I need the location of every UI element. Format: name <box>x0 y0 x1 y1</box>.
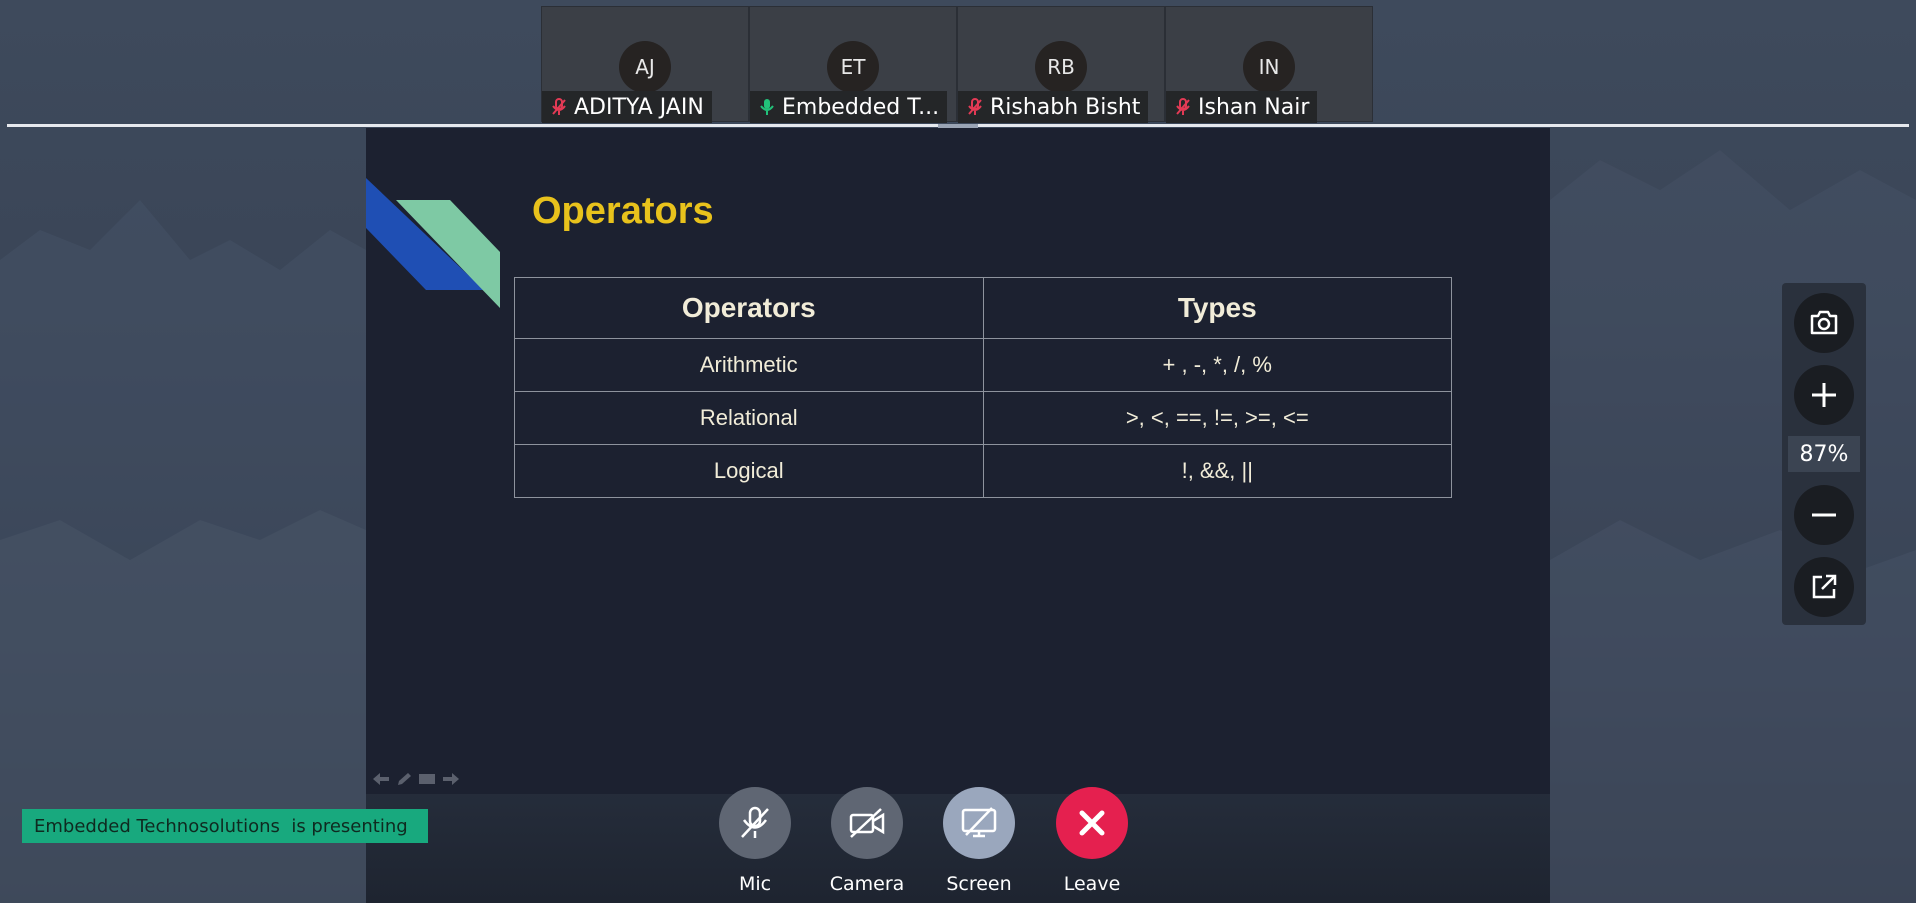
leave-control: Leave <box>1037 787 1147 895</box>
camera-control: Camera <box>812 787 922 895</box>
close-icon <box>1079 810 1105 836</box>
leave-label: Leave <box>1063 873 1121 895</box>
operators-table: Operators Types Arithmetic + , -, *, /, … <box>514 277 1452 498</box>
snapshot-button[interactable] <box>1794 293 1854 353</box>
avatar: ET <box>827 41 879 93</box>
camera-button[interactable] <box>831 787 903 859</box>
mic-off-icon <box>741 806 769 838</box>
screen-label: Screen <box>946 873 1012 895</box>
screen-tools-panel: 87% <box>1782 283 1866 625</box>
participant-name: ADITYA JAIN <box>574 94 704 120</box>
camera-icon <box>1810 310 1838 335</box>
plus-icon <box>1812 383 1836 407</box>
table-row: Relational >, <, ==, !=, >=, <= <box>514 391 1452 445</box>
table-header: Operators <box>514 277 984 339</box>
screen-control: Screen <box>924 787 1034 895</box>
camera-label: Camera <box>829 873 905 895</box>
table-cell: Relational <box>514 391 984 445</box>
table-header: Types <box>982 277 1452 339</box>
participant-name-tag: Rishabh Bisht <box>958 91 1149 123</box>
avatar: AJ <box>619 41 671 93</box>
zoom-in-button[interactable] <box>1794 365 1854 425</box>
presenting-banner: Embedded Technosolutions is presenting <box>22 809 428 843</box>
table-cell: + , -, *, /, % <box>982 338 1452 392</box>
slide-nav-toolbar <box>372 772 460 786</box>
slide-title: Operators <box>532 190 714 232</box>
mic-control: Mic <box>700 787 810 895</box>
camera-off-icon <box>849 808 885 838</box>
participant-tile[interactable]: ET Embedded T... <box>749 6 957 123</box>
participant-name-tag: Ishan Nair <box>1166 91 1318 123</box>
screen-share-off-icon <box>961 807 997 838</box>
participant-name: Ishan Nair <box>1198 94 1310 120</box>
table-cell: Logical <box>514 444 984 498</box>
table-cell: >, <, ==, !=, >=, <= <box>982 391 1452 445</box>
table-header-row: Operators Types <box>514 277 1452 339</box>
mic-active-icon <box>760 99 774 115</box>
participant-name-tag: ADITYA JAIN <box>542 91 712 123</box>
minus-icon <box>1812 513 1836 517</box>
mic-muted-icon <box>968 98 982 115</box>
screen-share-button[interactable] <box>943 787 1015 859</box>
next-slide-icon[interactable] <box>442 772 460 786</box>
participant-name: Rishabh Bisht <box>990 94 1141 120</box>
mic-muted-icon <box>1176 98 1190 115</box>
participant-tile[interactable]: RB Rishabh Bisht <box>957 6 1165 123</box>
participant-tile[interactable]: IN Ishan Nair <box>1165 6 1373 123</box>
pen-icon[interactable] <box>396 772 412 786</box>
table-cell: Arithmetic <box>514 338 984 392</box>
avatar: IN <box>1243 41 1295 93</box>
zoom-out-button[interactable] <box>1794 485 1854 545</box>
zoom-level: 87% <box>1788 436 1860 472</box>
pop-out-button[interactable] <box>1794 557 1854 617</box>
participant-tile[interactable]: AJ ADITYA JAIN <box>541 6 749 123</box>
avatar: RB <box>1035 41 1087 93</box>
participant-name-tag: Embedded T... <box>750 91 948 123</box>
leave-button[interactable] <box>1056 787 1128 859</box>
participant-name: Embedded T... <box>782 94 940 120</box>
table-cell: !, &&, || <box>982 444 1452 498</box>
mic-button[interactable] <box>719 787 791 859</box>
mic-label: Mic <box>738 873 772 895</box>
table-row: Logical !, &&, || <box>514 444 1452 498</box>
slide-decoration <box>366 178 500 308</box>
table-row: Arithmetic + , -, *, /, % <box>514 338 1452 392</box>
mic-muted-icon <box>552 98 566 115</box>
previous-slide-icon[interactable] <box>372 772 390 786</box>
shared-slide: Operators Operators Types Arithmetic + ,… <box>366 128 1550 794</box>
open-external-icon <box>1812 574 1837 599</box>
participant-strip: AJ ADITYA JAIN ET Embedded T... RB Risha… <box>541 6 1375 123</box>
slides-menu-icon[interactable] <box>418 772 436 786</box>
